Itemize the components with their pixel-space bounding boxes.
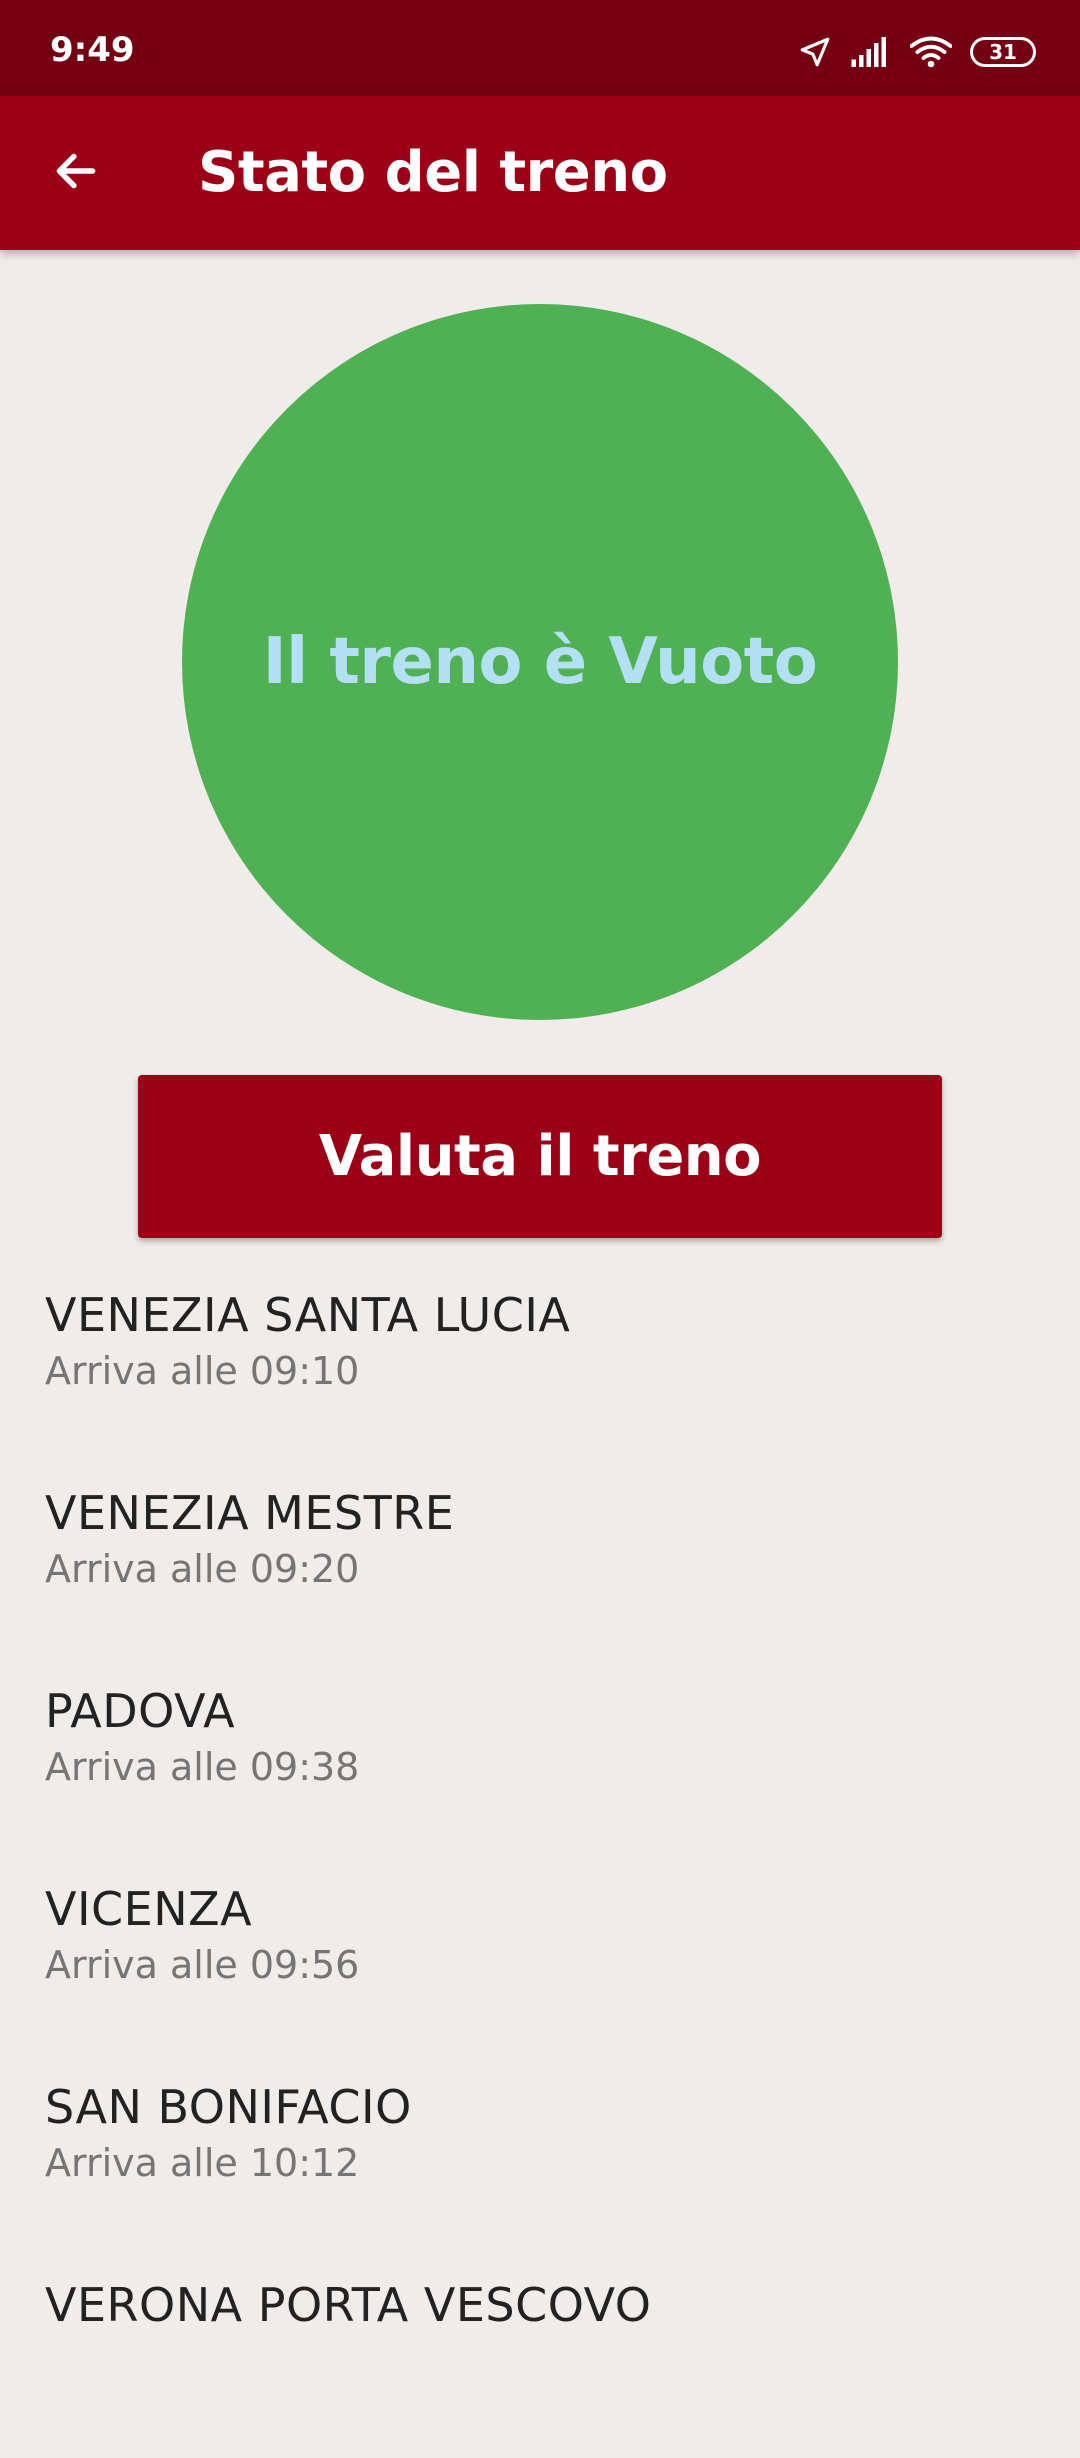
stop-name: SAN BONIFACIO <box>45 2080 412 2134</box>
stop-name: VICENZA <box>45 1882 253 1936</box>
stop-list-item[interactable]: SAN BONIFACIO Arriva alle 10:12 <box>0 2062 1080 2260</box>
stop-arrival-time: Arriva alle 09:38 <box>45 1745 360 1789</box>
battery-icon: 31 <box>970 37 1036 67</box>
signal-icon <box>850 36 892 68</box>
train-status-indicator: Il treno è Vuoto <box>182 304 898 1020</box>
stop-list-item[interactable]: VICENZA Arriva alle 09:56 <box>0 1864 1080 2062</box>
train-status-text: Il treno è Vuoto <box>262 625 818 699</box>
stop-list-item[interactable]: VERONA PORTA VESCOVO <box>0 2260 1080 2458</box>
status-icons: 31 <box>798 28 1036 76</box>
location-arrow-icon <box>798 35 832 69</box>
app-bar: Stato del treno <box>0 96 1080 250</box>
stop-arrival-time: Arriva alle 09:56 <box>45 1943 360 1987</box>
stop-list-item[interactable]: VENEZIA MESTRE Arriva alle 09:20 <box>0 1468 1080 1666</box>
stop-list-item[interactable]: PADOVA Arriva alle 09:38 <box>0 1666 1080 1864</box>
stop-list-item[interactable]: VENEZIA SANTA LUCIA Arriva alle 09:10 <box>0 1270 1080 1468</box>
back-button[interactable] <box>36 133 116 213</box>
arrow-back-icon <box>51 146 101 201</box>
stop-name: VENEZIA MESTRE <box>45 1486 455 1540</box>
stop-name: PADOVA <box>45 1684 236 1738</box>
stop-name: VENEZIA SANTA LUCIA <box>45 1288 571 1342</box>
stop-arrival-time: Arriva alle 09:20 <box>45 1547 360 1591</box>
page-title: Stato del treno <box>198 140 668 205</box>
rate-train-button[interactable]: Valuta il treno <box>138 1075 942 1238</box>
wifi-icon <box>910 35 952 69</box>
stop-arrival-time: Arriva alle 10:12 <box>45 2141 360 2185</box>
status-time: 9:49 <box>50 30 135 70</box>
stop-arrival-time: Arriva alle 09:10 <box>45 1349 360 1393</box>
stop-list: VENEZIA SANTA LUCIA Arriva alle 09:10 VE… <box>0 1270 1080 2458</box>
stop-name: VERONA PORTA VESCOVO <box>45 2278 652 2332</box>
status-bar: 9:49 31 <box>0 0 1080 96</box>
